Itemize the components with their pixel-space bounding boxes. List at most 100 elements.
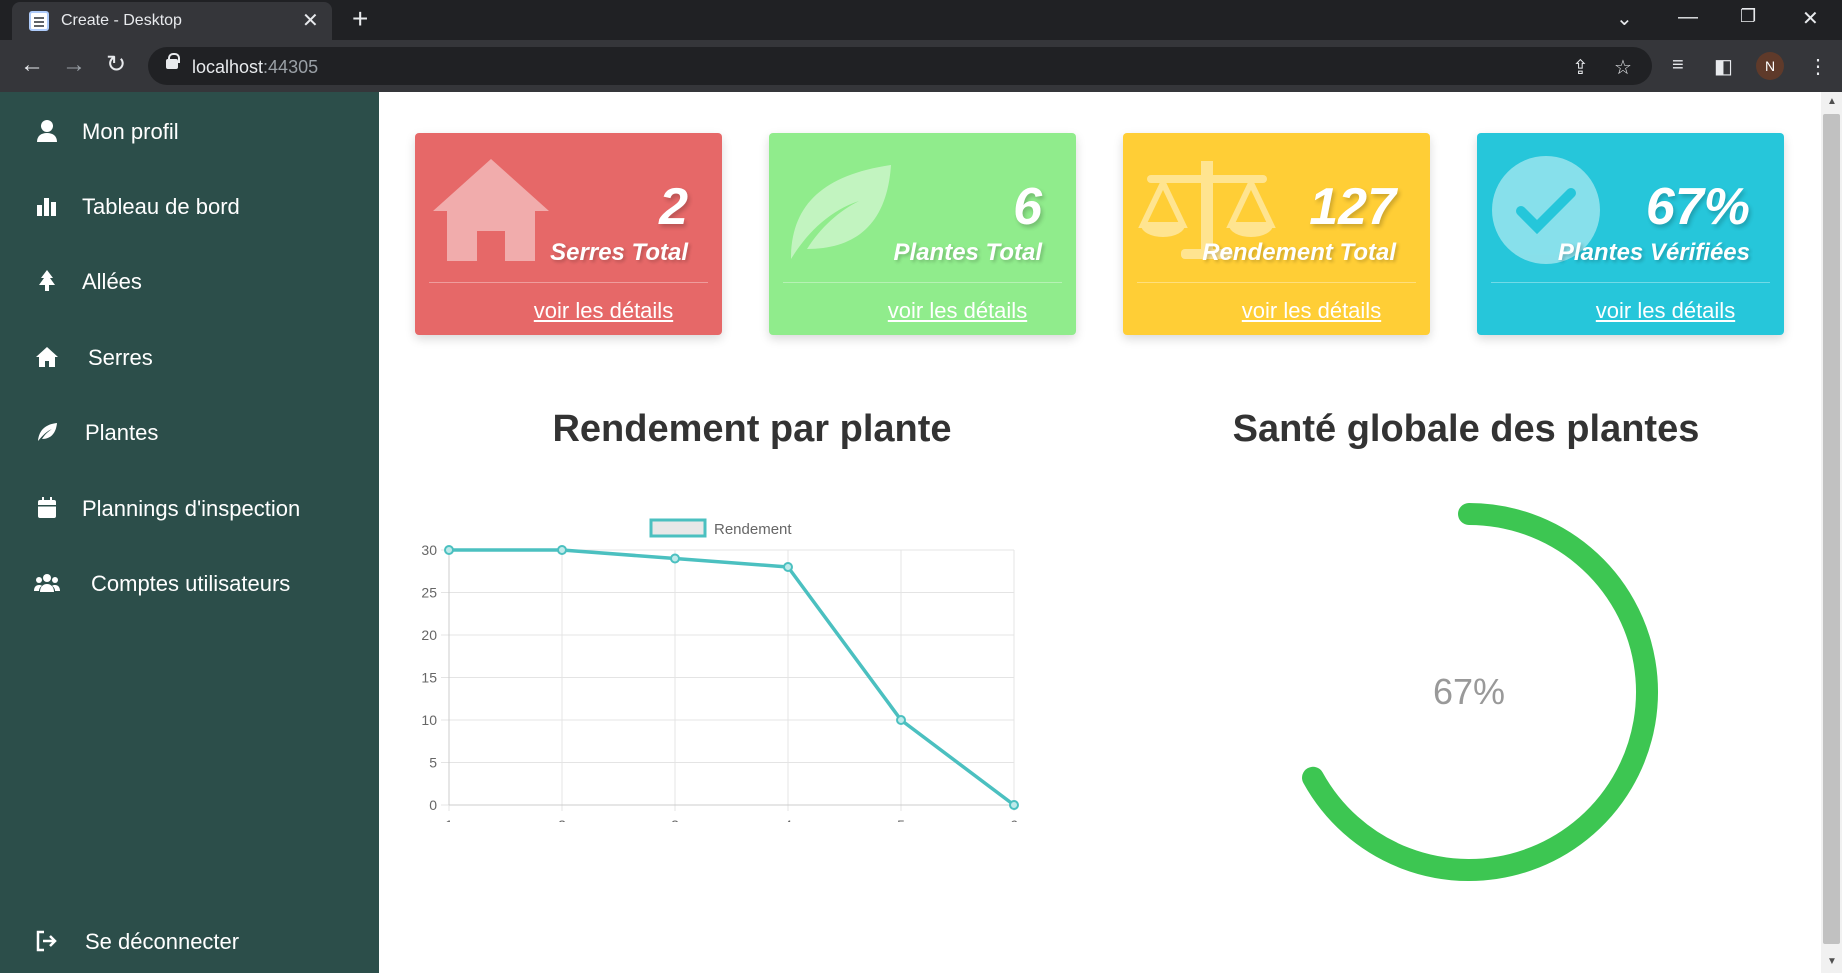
bookmark-star-icon[interactable]: ☆ — [1614, 55, 1632, 80]
url-host: localhost — [192, 57, 264, 77]
stat-card-rendement: 127 Rendement Total voir les détails — [1123, 133, 1430, 335]
data-point — [670, 553, 680, 564]
card-divider — [429, 282, 708, 283]
sign-out-icon — [36, 930, 57, 952]
logout-label: Se déconnecter — [85, 929, 240, 954]
voir-details-link[interactable]: voir les détails — [1123, 298, 1430, 324]
reading-list-icon[interactable]: ≡ — [1672, 54, 1684, 77]
browser-tab[interactable]: Create - Desktop ✕ — [12, 2, 332, 40]
card-caption: Plantes Vérifiées — [1557, 239, 1750, 266]
voir-details-link[interactable]: voir les détails — [1477, 298, 1784, 324]
url-text: localhost:44305 — [192, 57, 318, 78]
legend-swatch — [649, 518, 707, 538]
page-favicon-icon — [29, 11, 49, 31]
back-icon[interactable]: ← — [20, 52, 44, 78]
lock-icon[interactable] — [166, 53, 180, 69]
house-icon — [433, 159, 549, 261]
chart-title-rendement: Rendement par plante — [552, 408, 952, 450]
scroll-up-icon[interactable]: ▲ — [1827, 96, 1837, 107]
close-window-icon[interactable]: ✕ — [1802, 6, 1819, 31]
tab-title: Create - Desktop — [61, 12, 182, 29]
leaf-icon — [791, 165, 891, 259]
card-value: 127 — [1309, 178, 1396, 236]
sidebar-item-label: Allées — [82, 269, 142, 294]
bar-chart-icon — [37, 198, 56, 216]
card-caption: Plantes Total — [893, 239, 1042, 266]
sidebar-item-label: Tableau de bord — [82, 194, 240, 219]
address-bar[interactable]: localhost:44305 ⇪ ☆ — [148, 47, 1652, 85]
card-value: 67% — [1645, 178, 1750, 236]
x-tick-label: 4 — [784, 817, 792, 822]
reload-icon[interactable]: ↻ — [106, 52, 126, 78]
sidebar-item-label: Comptes utilisateurs — [91, 571, 291, 596]
y-tick-label: 20 — [421, 627, 437, 643]
card-caption: Serres Total — [550, 239, 688, 266]
card-divider — [1491, 282, 1770, 283]
data-point — [783, 562, 793, 572]
tab-search-icon[interactable]: ⌄ — [1616, 6, 1633, 31]
side-panel-icon[interactable]: ◧ — [1714, 54, 1733, 79]
center-value-label: 67% — [1433, 671, 1505, 712]
logout-button[interactable]: Se déconnecter — [0, 916, 379, 966]
y-tick-label: 0 — [429, 797, 437, 813]
card-value: 2 — [659, 178, 688, 236]
x-tick-label: 5 — [897, 817, 905, 822]
url-port: :44305 — [263, 57, 319, 77]
line-chart-rendement: 0 5 10 15 20 25 30 1 2 3 4 5 6 Rendement — [421, 518, 1019, 822]
data-point — [1009, 800, 1019, 810]
x-tick-label: 1 — [445, 817, 453, 822]
sidebar-item-plantes[interactable]: Plantes — [0, 407, 379, 457]
stat-card-verifiees: 67% Plantes Vérifiées voir les détails — [1477, 133, 1784, 335]
profile-avatar[interactable]: N — [1756, 52, 1784, 80]
forward-icon[interactable]: → — [62, 52, 86, 78]
y-tick-label: 15 — [421, 670, 437, 686]
chart-legend: Rendement — [649, 518, 792, 538]
legend-label: Rendement — [714, 521, 792, 538]
voir-details-link[interactable]: voir les détails — [415, 298, 722, 324]
sidebar-item-mon-profil[interactable]: Mon profil — [0, 106, 379, 156]
doughnut-chart-sante: 67% — [1302, 503, 1658, 881]
browser-tab-bar: Create - Desktop ✕ + ⌄ — ❐ ✕ — [0, 0, 1842, 40]
browser-toolbar: ← → ↻ localhost:44305 ⇪ ☆ ≡ ◧ N ⋮ — [0, 40, 1842, 92]
menu-kebab-icon[interactable]: ⋮ — [1808, 54, 1828, 79]
y-tick-label: 10 — [421, 712, 437, 728]
close-tab-icon[interactable]: ✕ — [302, 8, 319, 33]
restore-icon[interactable]: ❐ — [1740, 6, 1756, 27]
sidebar-item-plannings[interactable]: Plannings d'inspection — [0, 483, 379, 533]
card-divider — [1137, 282, 1416, 283]
sidebar-item-comptes[interactable]: Comptes utilisateurs — [0, 558, 379, 608]
main-content: 2 Serres Total voir les détails 6 Plante… — [379, 92, 1821, 973]
stat-card-serres: 2 Serres Total voir les détails — [415, 133, 722, 335]
data-point — [557, 545, 567, 555]
y-tick-label: 30 — [421, 542, 437, 558]
stat-card-plantes: 6 Plantes Total voir les détails — [769, 133, 1076, 335]
tree-icon — [39, 270, 55, 291]
chart-title-sante: Santé globale des plantes — [1232, 408, 1700, 450]
sidebar-item-label: Plantes — [85, 420, 159, 445]
scrollbar-thumb[interactable] — [1823, 114, 1840, 944]
data-point — [896, 715, 906, 725]
page-scrollbar[interactable]: ▲ ▼ — [1821, 92, 1842, 973]
home-icon — [36, 347, 58, 367]
x-tick-label: 2 — [558, 817, 566, 822]
y-tick-label: 5 — [429, 755, 437, 771]
voir-details-link[interactable]: voir les détails — [769, 298, 1076, 324]
card-caption: Rendement Total — [1202, 239, 1396, 266]
sidebar-item-label: Plannings d'inspection — [82, 496, 301, 521]
calendar-icon — [38, 497, 56, 518]
minimize-icon[interactable]: — — [1678, 6, 1698, 29]
scroll-down-icon[interactable]: ▼ — [1827, 956, 1837, 967]
y-tick-label: 25 — [421, 585, 437, 601]
sidebar-item-label: Serres — [88, 345, 153, 370]
user-icon — [37, 120, 57, 142]
sidebar-item-allees[interactable]: Allées — [0, 256, 379, 306]
x-tick-label: 6 — [1010, 817, 1018, 822]
share-icon[interactable]: ⇪ — [1572, 55, 1589, 80]
new-tab-icon[interactable]: + — [352, 4, 368, 34]
sidebar-item-tableau-de-bord[interactable]: Tableau de bord — [0, 181, 379, 231]
sidebar-item-serres[interactable]: Serres — [0, 332, 379, 382]
x-tick-label: 3 — [671, 817, 679, 822]
sidebar-item-label: Mon profil — [82, 119, 179, 144]
card-value: 6 — [1013, 178, 1042, 236]
sidebar: Mon profil Tableau de bord Allées Serres… — [0, 92, 379, 973]
